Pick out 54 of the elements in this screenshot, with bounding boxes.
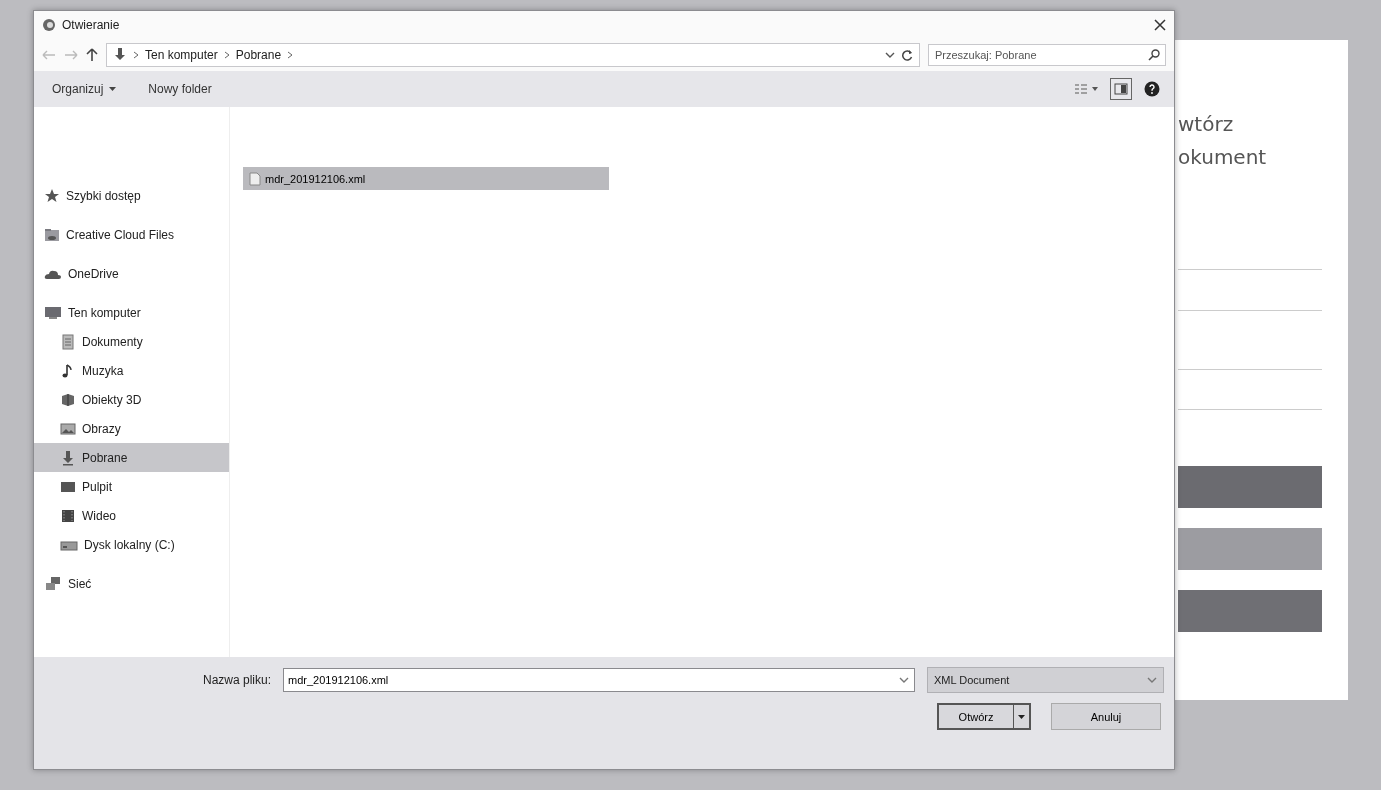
search-field[interactable]: Przeszukaj: Pobrane: [928, 44, 1166, 66]
toolbar-button[interactable]: Nowy folder: [144, 78, 216, 100]
dropdown-icon[interactable]: [899, 676, 909, 684]
search-icon: [1148, 49, 1160, 61]
sidebar-item[interactable]: Dysk lokalny (C:): [34, 530, 229, 559]
sidebar-item[interactable]: Ten komputer: [34, 298, 229, 327]
download-icon: [113, 47, 127, 63]
sidebar-item[interactable]: Pobrane: [34, 443, 229, 472]
heading-text: wtórz: [1178, 111, 1235, 138]
sidebar-item[interactable]: Sieć: [34, 569, 229, 598]
caret-icon: [1018, 714, 1025, 719]
sidebar-item[interactable]: Muzyka: [34, 356, 229, 385]
sidebar-item[interactable]: Pulpit: [34, 472, 229, 501]
breadcrumb-item[interactable]: Ten komputer: [145, 48, 218, 62]
preview-pane-icon[interactable]: [1110, 78, 1132, 100]
help-icon[interactable]: [1144, 81, 1160, 97]
document-icon: [60, 333, 76, 350]
heading-text: okument: [1178, 144, 1268, 171]
refresh-icon[interactable]: [901, 49, 913, 61]
file-icon: [249, 171, 261, 186]
filename-field[interactable]: mdr_201912106.xml: [283, 668, 915, 692]
network-icon: [44, 575, 62, 592]
picture-icon: [60, 420, 76, 437]
file-item[interactable]: mdr_201912106.xml: [243, 167, 609, 190]
chevron-icon: [287, 51, 294, 59]
chevron-icon: [223, 51, 230, 59]
sidebar-item[interactable]: Szybki dostęp: [34, 181, 229, 210]
pin-icon: [44, 187, 60, 204]
address-bar[interactable]: Ten komputer Pobrane: [106, 43, 920, 67]
sidebar-item[interactable]: Obrazy: [34, 414, 229, 443]
breadcrumb-item[interactable]: Pobrane: [235, 48, 282, 62]
cube-icon: [60, 391, 76, 408]
film-icon: [60, 507, 76, 524]
chevron-icon: [133, 51, 139, 59]
cancel-button[interactable]: Anuluj: [1051, 703, 1161, 730]
file-type-dropdown[interactable]: XML Document: [927, 667, 1164, 693]
sidebar-item[interactable]: OneDrive: [34, 259, 229, 288]
sidebar-item[interactable]: Creative Cloud Files: [34, 220, 229, 249]
sidebar-item[interactable]: Wideo: [34, 501, 229, 530]
monitor-icon: [44, 304, 62, 321]
app-icon: [42, 18, 56, 32]
sidebar-item[interactable]: Dokumenty: [34, 327, 229, 356]
field-label: Nazwa pliku:: [202, 673, 271, 687]
caret-icon: [109, 87, 117, 91]
dropdown-icon[interactable]: [885, 51, 895, 59]
up-icon[interactable]: [86, 48, 98, 62]
close-icon[interactable]: [1154, 19, 1166, 31]
window-title: Otwieranie: [62, 18, 120, 32]
menu-button[interactable]: Organizuj: [48, 78, 121, 100]
view-options-icon[interactable]: [1074, 83, 1098, 95]
dropdown-icon: [1147, 676, 1157, 684]
folder-icon: [44, 226, 60, 243]
sidebar-item[interactable]: Obiekty 3D: [34, 385, 229, 414]
download-icon: [60, 449, 76, 466]
